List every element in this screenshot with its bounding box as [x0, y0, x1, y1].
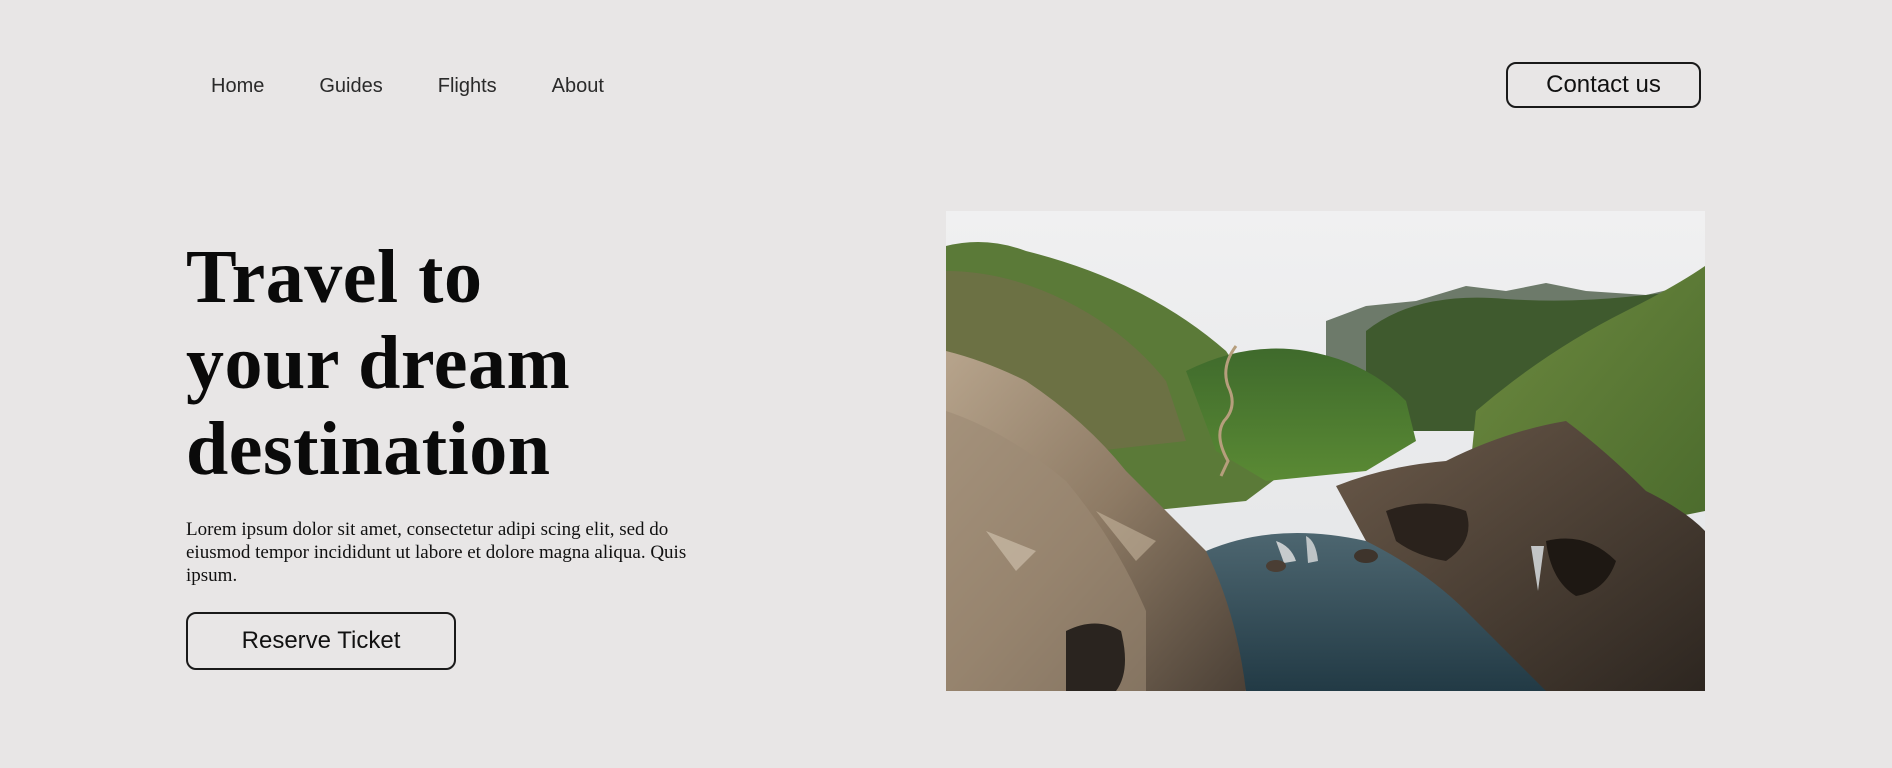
reserve-ticket-button[interactable]: Reserve Ticket — [186, 612, 456, 670]
nav-item-about[interactable]: About — [552, 72, 604, 100]
hero-title-line-2: your dream — [186, 321, 571, 405]
hero-title-line-3: destination — [186, 407, 551, 491]
main-nav: Home Guides Flights About — [211, 72, 604, 100]
nav-item-guides[interactable]: Guides — [319, 72, 382, 100]
hero-landscape-image — [946, 211, 1705, 691]
hero-title-line-1: Travel to — [186, 235, 483, 319]
contact-us-button[interactable]: Contact us — [1506, 62, 1701, 108]
hero-title: Travel to your dream destination — [186, 234, 746, 492]
hero-description: Lorem ipsum dolor sit amet, consectetur … — [186, 519, 687, 586]
nav-item-flights[interactable]: Flights — [438, 72, 497, 100]
nav-item-home[interactable]: Home — [211, 72, 264, 100]
